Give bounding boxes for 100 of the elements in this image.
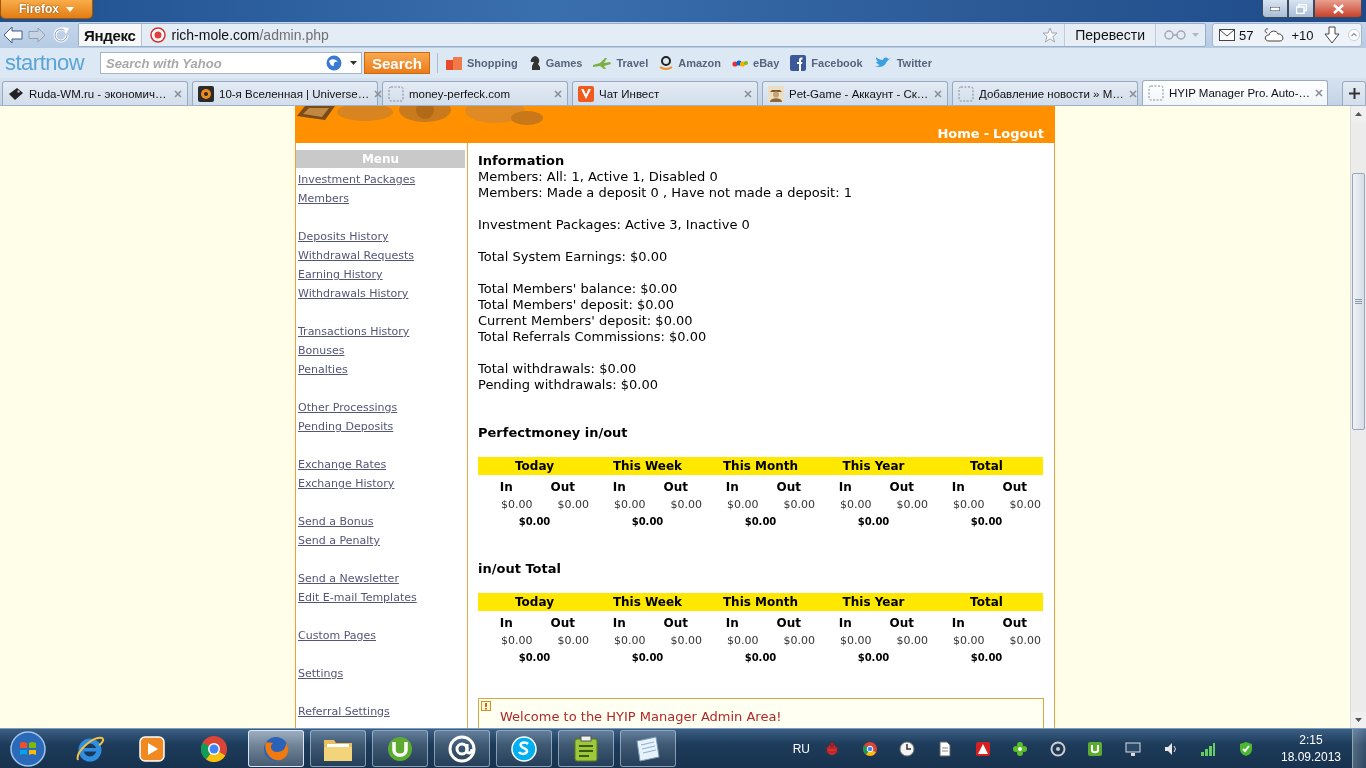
clipboard-icon [573,734,599,763]
bookmark-star-icon[interactable] [1042,27,1059,43]
u-shape-icon[interactable] [1087,740,1104,757]
mail-icon[interactable] [1219,29,1235,41]
total-cell: $0.00 [518,516,551,527]
signal-bars-icon[interactable] [1200,740,1217,757]
bookmark-link[interactable]: Facebook [790,55,863,71]
shopping-bags-icon [446,56,462,70]
sidebar-link[interactable]: Referral Settings [298,702,390,721]
sidebar-link[interactable]: Send a Newsletter [298,569,399,588]
bookmark-link[interactable]: Travel [593,57,649,69]
bubble-icon [510,734,538,763]
shield-check-icon[interactable] [1237,740,1254,757]
segmented-circle-icon[interactable] [861,740,878,757]
caret-icon[interactable] [350,61,357,65]
browser-tab[interactable]: Pet-Game - Аккаунт - Ск… [762,81,948,105]
chevron-circle-icon[interactable] [1347,29,1360,41]
column-subheader: Out [889,616,914,630]
total-cell: $0.00 [744,652,777,663]
clock-date: 18.09.2013 [1280,748,1342,766]
taskbar-app[interactable] [248,730,304,767]
flower-icon[interactable] [1012,740,1029,757]
sidebar-link[interactable]: Penalties [298,360,348,379]
close-icon[interactable] [374,89,383,98]
translate-button[interactable]: Перевести [1064,24,1156,46]
close-icon[interactable] [1128,89,1137,98]
triangle-tile-icon[interactable] [974,740,991,757]
orb-icon [198,85,214,102]
f-square-icon [790,55,807,71]
bookmark-link[interactable]: eBay [732,57,780,69]
sidebar-link[interactable]: Investment Packages [298,170,416,189]
sidebar-link[interactable]: Earning History [298,265,383,284]
taskbar-app[interactable] [496,730,552,767]
column-subheader: In [951,616,965,630]
sidebar-link[interactable]: Withdrawals History [298,284,409,303]
column-subheader: In [612,480,626,494]
clock-icon[interactable] [899,740,916,757]
sidebar-link[interactable]: Send a Penalty [298,531,381,550]
minimize-button[interactable] [1262,0,1288,18]
column-header: This Week [591,457,704,475]
sidebar-link[interactable]: Exchange Rates [298,455,387,474]
taskbar-app[interactable] [558,730,614,767]
bookmark-link[interactable]: Twitter [873,56,932,70]
sidebar-link[interactable]: Deposits History [298,227,389,246]
forward-arrow-icon [28,27,46,43]
language-indicator[interactable]: RU [792,741,810,756]
download-arrow-icon[interactable] [1323,26,1340,44]
search-field[interactable]: Search with Yahoo [100,52,362,74]
close-icon[interactable] [174,89,182,98]
browser-tab[interactable]: Добавление новости » М… [952,81,1138,105]
sidebar-link[interactable]: Transactions History [298,322,410,341]
search-engine-badge[interactable]: Яндекс [79,24,142,46]
taskbar-app[interactable] [620,730,676,767]
sidebar-link[interactable]: Settings [298,664,344,683]
scroll-down-button[interactable] [1351,712,1366,728]
browser-tab[interactable]: money-perfeck.com [382,81,568,105]
show-desktop-button[interactable] [1352,729,1366,768]
clock[interactable]: 2:15 18.09.2013 [1276,731,1346,766]
sidebar-link[interactable]: Pending Deposits [298,417,394,436]
scrollbar[interactable] [1350,106,1366,728]
total-cell: $0.00 [744,516,777,527]
new-tab-button[interactable] [1342,81,1366,105]
browser-tab[interactable]: HYIP Manager Pro. Auto-… [1142,80,1328,105]
bug-icon[interactable] [824,740,840,757]
scrollbar-thumb[interactable] [1352,173,1365,430]
table-cell: $0.00 [501,497,533,511]
sidebar-link[interactable]: Custom Pages [298,626,376,645]
close-icon[interactable] [934,89,942,98]
address-field[interactable]: Яндекс rich-mole.com/admin.php Перевести [78,23,1206,47]
segmented-circle-icon [199,733,229,764]
blank-page-icon [388,85,404,102]
close-icon[interactable] [744,89,752,98]
sidebar-link[interactable]: Exchange History [298,474,395,493]
wheel-icon[interactable] [1049,740,1066,757]
column-subheader: Out [1002,480,1027,494]
taskbar-app[interactable] [310,730,366,767]
monitor-icon[interactable] [1125,740,1141,757]
close-button[interactable] [1314,0,1362,18]
bookmark-link[interactable]: Amazon [659,55,721,71]
sidebar-link[interactable]: Edit E-mail Templates [298,588,417,607]
taskbar-app[interactable] [434,730,490,767]
browser-tab[interactable]: Ruda-WM.ru - экономич… [2,81,188,105]
column-subheader: In [725,480,739,494]
browser-tab[interactable]: Чат Инвест [572,81,758,105]
sidebar-link[interactable]: Members [298,189,349,208]
taskbar-app[interactable] [372,730,428,767]
document-icon[interactable] [936,740,953,757]
sidebar-link[interactable]: Withdrawal Requests [298,246,414,265]
sidebar-link[interactable]: Other Processings [298,398,398,417]
scroll-up-button[interactable] [1351,106,1366,122]
close-icon[interactable] [554,89,562,98]
link-separator: - [983,126,990,141]
bookmark-link[interactable]: Games [528,55,583,71]
globe-icon[interactable] [326,55,342,71]
bookmark-link[interactable]: Shopping [446,56,518,70]
sidebar-link[interactable]: Send a Bonus [298,512,374,531]
restore-button[interactable] [1288,0,1314,18]
column-subheader: In [725,616,739,630]
close-icon[interactable] [1315,89,1324,97]
sidebar-link[interactable]: Bonuses [298,341,345,360]
